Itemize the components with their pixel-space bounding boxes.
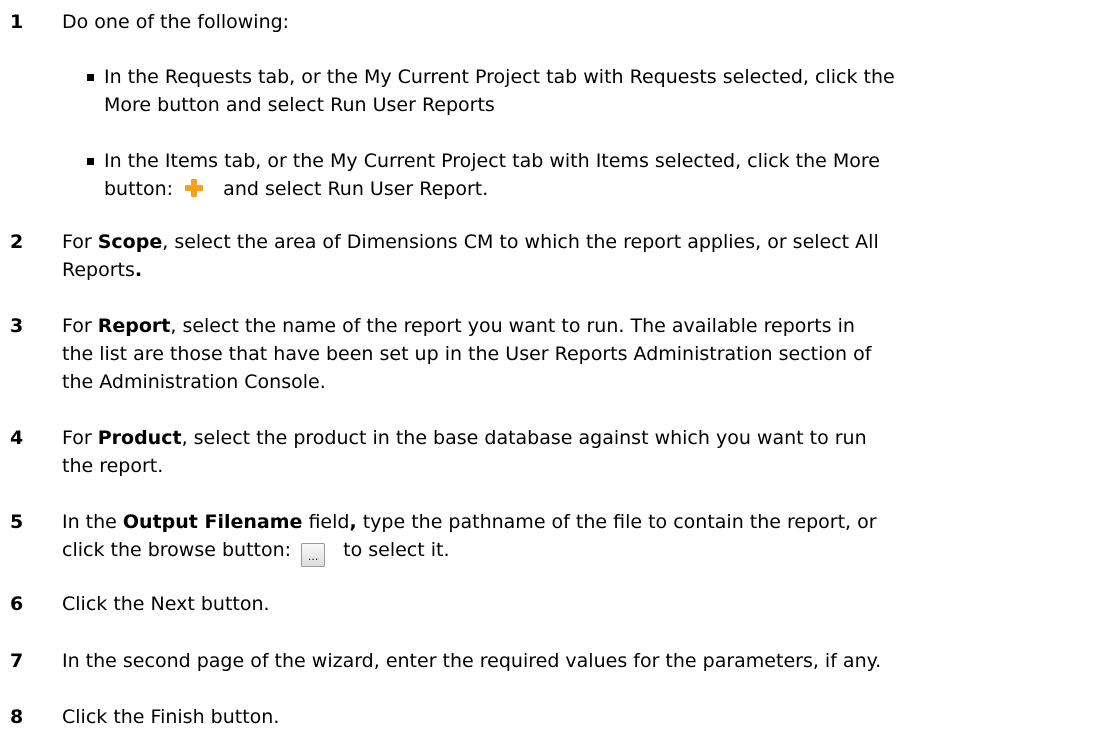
step-text: In the second page of the wizard, enter … [62,650,882,672]
step-number: 7 [10,650,24,672]
step-number: 4 [10,427,24,449]
step-number: 2 [10,231,24,253]
step-number: 1 [10,11,24,33]
bullet-line-end: and select Run User Report. [223,178,489,200]
step-number: 3 [10,315,24,337]
browse-button[interactable]: ... [301,543,326,567]
field-name-report: Report [97,315,171,337]
instruction-page: 1 Do one of the following: In the Reques… [0,0,1110,751]
step-text: Do one of the following: [62,11,290,33]
step-number: 8 [10,706,24,728]
step-text: Click the Finish button. [62,706,280,728]
bullet-line: In the Requests tab, or the My Current P… [104,66,895,88]
step-number: 6 [10,593,24,615]
field-name-product: Product [97,427,182,449]
field-name-scope: Scope [97,231,163,253]
bullet-line: In the Items tab, or the My Current Proj… [104,150,880,172]
bullet-line-start: button: [104,178,174,200]
step-text: Click the Next button. [62,593,270,615]
step-number: 5 [10,511,24,533]
field-name-output-filename: Output Filename [122,511,303,533]
bullet-marker [87,158,94,165]
plus-icon [185,179,204,197]
bullet-line: More button and select Run User Reports [104,94,495,116]
bullet-marker [87,74,94,81]
